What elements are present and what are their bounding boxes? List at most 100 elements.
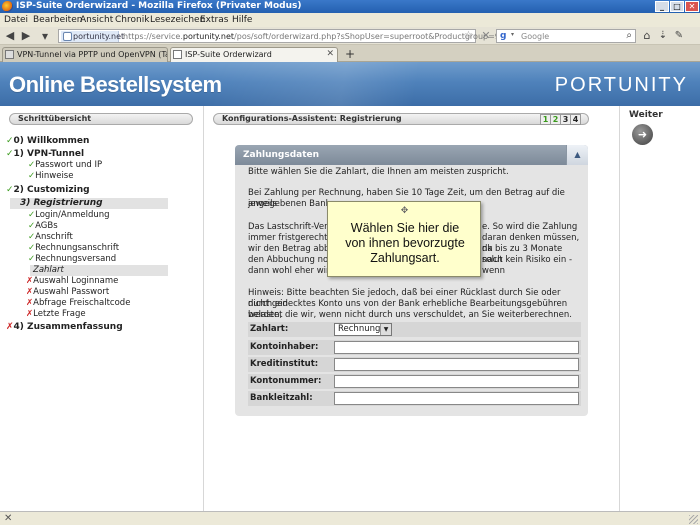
stop-icon[interactable]: ✕ bbox=[479, 29, 493, 43]
search-placeholder: Google bbox=[521, 32, 550, 41]
url-prefix: https://service. bbox=[123, 32, 183, 41]
sidebar-item-freischaltcode[interactable]: ✗Abfrage Freischaltcode bbox=[26, 298, 130, 309]
check-icon: ✓ bbox=[6, 136, 14, 146]
sidebar-item-label: AGBs bbox=[35, 221, 58, 231]
sidebar-item-label: Auswahl Passwort bbox=[33, 287, 110, 297]
tab-vpn-tunnel[interactable]: VPN-Tunnel via PPTP und OpenVPN (Tarif..… bbox=[2, 47, 168, 62]
close-tab-icon[interactable]: ✕ bbox=[326, 48, 334, 61]
collapse-icon[interactable]: ▲ bbox=[566, 145, 588, 165]
kreditinstitut-input[interactable] bbox=[334, 358, 579, 371]
cross-icon: ✗ bbox=[6, 322, 14, 332]
addon-icon[interactable]: ✎ bbox=[672, 29, 686, 43]
resize-grip-icon[interactable] bbox=[689, 515, 698, 524]
tab-favicon-icon bbox=[5, 50, 14, 59]
kontonummer-input[interactable] bbox=[334, 375, 579, 388]
menu-chronik[interactable]: Chronik bbox=[115, 15, 149, 25]
sidebar-item-anschrift[interactable]: ✓Anschrift bbox=[28, 232, 73, 243]
menu-ansicht[interactable]: Ansicht bbox=[80, 15, 113, 25]
zahlart-label: Zahlart: bbox=[250, 324, 289, 334]
firefox-icon bbox=[2, 1, 13, 12]
kontoinhaber-input[interactable] bbox=[334, 341, 579, 354]
tooltip-line-1: Wählen Sie hier die bbox=[350, 221, 460, 235]
sidebar-item-zahlart[interactable]: Zahlart bbox=[30, 265, 168, 276]
search-icon[interactable]: ⌕ bbox=[626, 30, 632, 41]
sidebar-item-rechnungsversand[interactable]: ✓Rechnungsversand bbox=[28, 254, 116, 265]
sidebar-item-passwort[interactable]: ✗Auswahl Passwort bbox=[26, 287, 109, 298]
forward-icon[interactable]: ▶ bbox=[19, 29, 33, 43]
sidebar-item-label: 2) Customizing bbox=[13, 185, 90, 195]
divider bbox=[619, 106, 620, 511]
sidebar-item-agbs[interactable]: ✓AGBs bbox=[28, 221, 58, 232]
sidebar-item-label: Abfrage Freischaltcode bbox=[33, 298, 131, 308]
sidebar-item-label: Login/Anmeldung bbox=[35, 210, 110, 220]
sidebar-item-customizing[interactable]: ✓2) Customizing bbox=[6, 185, 90, 196]
sidebar-item-vpn-tunnel[interactable]: ✓1) VPN-Tunnel bbox=[6, 149, 84, 160]
search-bar[interactable]: g ▾ Google ⌕ bbox=[496, 29, 636, 43]
menu-hilfe[interactable]: Hilfe bbox=[232, 15, 252, 25]
sidebar-item-passwort-ip[interactable]: ✓Passwort und IP bbox=[28, 160, 102, 171]
hinweis-text-3: werden, die wir, wenn nicht durch uns ve… bbox=[248, 310, 572, 320]
form-row-bankleitzahl: Bankleitzahl: bbox=[248, 391, 581, 406]
url-text[interactable]: https://service.portunity.net/pos/soft/o… bbox=[123, 31, 505, 42]
sidebar-item-registrierung[interactable]: 3) Registrierung bbox=[10, 198, 168, 209]
kontonummer-label: Kontonummer: bbox=[250, 376, 322, 386]
maximize-button[interactable]: □ bbox=[670, 1, 684, 12]
minimize-button[interactable]: _ bbox=[655, 1, 669, 12]
menu-lesezeichen[interactable]: Lesezeichen bbox=[150, 15, 205, 25]
sidebar-item-willkommen[interactable]: ✓0) Willkommen bbox=[6, 136, 89, 147]
search-engine-dropdown-icon[interactable]: ▾ bbox=[511, 31, 514, 38]
status-bar: ✕ bbox=[0, 511, 700, 525]
window-title: ISP-Suite Orderwizard - Mozilla Firefox … bbox=[16, 1, 302, 11]
close-icon[interactable]: ✕ bbox=[4, 513, 12, 524]
tab-orderwizard[interactable]: ISP-Suite Orderwizard ✕ bbox=[170, 47, 338, 62]
download-icon[interactable]: ⇣ bbox=[656, 29, 670, 43]
sidebar-item-label: Rechnungsanschrift bbox=[35, 243, 120, 253]
sidebar-item-login[interactable]: ✓Login/Anmeldung bbox=[28, 210, 110, 221]
tooltip-line-2: von ihnen bevorzugte bbox=[345, 236, 465, 250]
form-row-kreditinstitut: Kreditinstitut: bbox=[248, 357, 581, 372]
globe-icon bbox=[63, 32, 72, 41]
tab-bar: VPN-Tunnel via PPTP und OpenVPN (Tarif..… bbox=[0, 45, 700, 62]
brand-title: Online Bestellsystem bbox=[9, 72, 222, 97]
wizard-title: Konfigurations-Assistent: Registrierung bbox=[213, 113, 589, 125]
form-row-zahlart: Zahlart: Rechnung ▼ bbox=[248, 322, 581, 337]
form-row-kontonummer: Kontonummer: bbox=[248, 374, 581, 389]
sidebar-item-rechnungsanschrift[interactable]: ✓Rechnungsanschrift bbox=[28, 243, 119, 254]
sidebar-title: Schrittübersicht bbox=[9, 113, 193, 125]
sidebar-item-label: Anschrift bbox=[35, 232, 73, 242]
menu-extras[interactable]: Extras bbox=[200, 15, 228, 25]
tooltip-line-3: Zahlungsart. bbox=[370, 251, 440, 265]
chevron-down-icon[interactable]: ▼ bbox=[380, 324, 391, 335]
sidebar-item-label: Letzte Frage bbox=[33, 309, 86, 319]
menu-bearbeiten[interactable]: Bearbeiten bbox=[33, 15, 82, 25]
sidebar-item-letzte-frage[interactable]: ✗Letzte Frage bbox=[26, 309, 86, 320]
dropdown-history-icon[interactable]: ▾ bbox=[38, 29, 52, 43]
navigation-toolbar: ◀ ▶ ▾ portunity.net https://service.port… bbox=[0, 27, 700, 45]
form-row-kontoinhaber: Kontoinhaber: bbox=[248, 340, 581, 355]
menu-datei[interactable]: Datei bbox=[4, 15, 28, 25]
menu-bar: Datei Bearbeiten Ansicht Chronik Lesezei… bbox=[0, 13, 700, 27]
tab-label: ISP-Suite Orderwizard bbox=[185, 50, 272, 59]
new-tab-icon[interactable]: + bbox=[341, 48, 359, 61]
sidebar-item-hinweise[interactable]: ✓Hinweise bbox=[28, 171, 73, 182]
check-icon: ✓ bbox=[6, 149, 14, 159]
sidebar-item-loginname[interactable]: ✗Auswahl Loginname bbox=[26, 276, 118, 287]
sidebar-item-label: Hinweise bbox=[35, 171, 74, 181]
payment-panel: Zahlungsdaten ▲ Bitte wählen Sie die Zah… bbox=[235, 145, 588, 416]
bankleitzahl-input[interactable] bbox=[334, 392, 579, 405]
zahlart-select[interactable]: Rechnung ▼ bbox=[334, 323, 392, 336]
back-icon[interactable]: ◀ bbox=[3, 29, 17, 43]
site-identity-button[interactable]: portunity.net bbox=[61, 31, 124, 42]
next-arrow-button[interactable]: ➜ bbox=[632, 124, 653, 145]
divider bbox=[203, 106, 204, 511]
bookmark-star-icon[interactable]: ☆ bbox=[464, 30, 473, 41]
sidebar-item-zusammenfassung[interactable]: ✗4) Zusammenfassung bbox=[6, 322, 123, 333]
zahlart-selected: Rechnung bbox=[338, 324, 381, 334]
url-bar[interactable]: portunity.net https://service.portunity.… bbox=[58, 29, 505, 43]
close-window-button[interactable]: ✕ bbox=[685, 1, 699, 12]
weiter-label: Weiter bbox=[629, 110, 663, 120]
google-icon[interactable]: g bbox=[500, 31, 510, 41]
header-banner: Online Bestellsystem PORTUNITY bbox=[0, 62, 700, 106]
home-icon[interactable]: ⌂ bbox=[640, 29, 654, 43]
tab-favicon-icon bbox=[173, 50, 182, 59]
